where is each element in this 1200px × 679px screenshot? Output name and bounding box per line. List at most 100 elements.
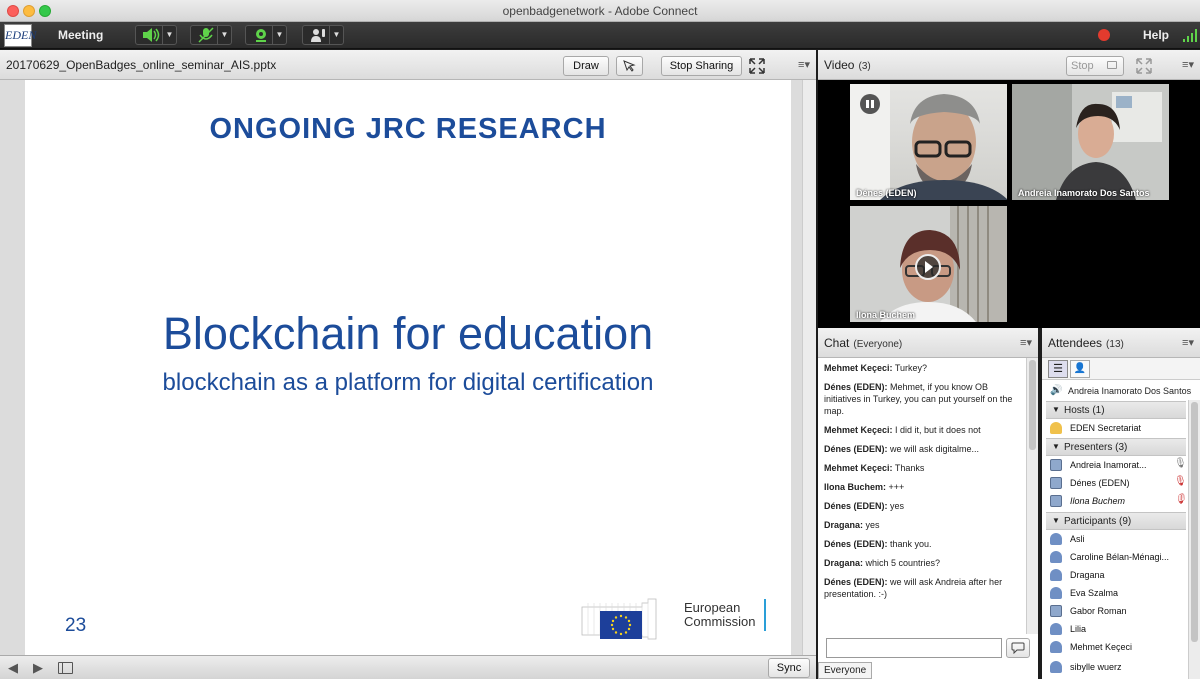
chat-message: Dénes (EDEN): we will ask Andreia after … xyxy=(824,576,1020,600)
presenter-icon xyxy=(1050,495,1062,507)
european-commission-logo: European Commission xyxy=(580,595,770,645)
attendees-pod-options-icon[interactable]: ≡▾ xyxy=(1182,336,1194,349)
speaker-control[interactable]: ▼ xyxy=(135,25,177,45)
attendee-row[interactable]: Mehmet Keçeci xyxy=(1046,638,1186,656)
meeting-menu[interactable]: Meeting xyxy=(58,28,103,42)
chat-text: yes xyxy=(863,520,880,530)
chat-message: Ilona Buchem: +++ xyxy=(824,481,1020,493)
chat-sender: Dragana: xyxy=(824,520,864,530)
attendee-name: Dénes (EDEN) xyxy=(1070,478,1130,488)
next-slide-icon[interactable]: ▶ xyxy=(33,660,43,676)
chat-input[interactable] xyxy=(826,638,1002,658)
microphone-control[interactable]: ▼ xyxy=(190,25,232,45)
attendee-name: sibylle wuerz xyxy=(1070,662,1122,672)
attendee-row[interactable]: Eva Szalma xyxy=(1046,584,1186,602)
help-menu[interactable]: Help xyxy=(1143,28,1169,42)
chat-message: Dénes (EDEN): we will ask digitalme... xyxy=(824,443,1020,455)
participant-video-icon xyxy=(1012,84,1162,200)
fullscreen-video-icon[interactable] xyxy=(1136,58,1152,74)
chat-sender: Mehmet Keçeci: xyxy=(824,463,893,473)
attendees-scrollbar[interactable] xyxy=(1188,400,1200,679)
attendee-row[interactable]: Asli xyxy=(1046,530,1186,548)
attendee-row[interactable]: sibylle wuerz xyxy=(1046,658,1186,676)
hosts-group-header[interactable]: ▼ Hosts (1) xyxy=(1046,401,1186,419)
sidebar-toggle-icon[interactable] xyxy=(58,662,73,674)
chat-pod-options-icon[interactable]: ≡▾ xyxy=(1020,336,1032,349)
breakout-view-icon[interactable]: 👤 xyxy=(1070,360,1090,378)
webcam-icon xyxy=(250,27,272,43)
attendee-row[interactable]: Lilia xyxy=(1046,620,1186,638)
chat-scope: (Everyone) xyxy=(853,339,903,350)
participant-icon xyxy=(1050,605,1062,617)
eden-logo: EDEN xyxy=(4,24,36,47)
video-pod-options-icon[interactable]: ≡▾ xyxy=(1182,58,1194,71)
attendee-row[interactable]: Dénes (EDEN) 🎙 xyxy=(1046,474,1187,492)
speaker-dropdown-icon[interactable]: ▼ xyxy=(162,26,176,44)
host-icon xyxy=(1050,422,1062,434)
attendees-pod: Attendees (13) ≡▾ ☰ 👤 🔊 Andreia Inamorato… xyxy=(1042,328,1200,679)
participant-icon xyxy=(1050,533,1062,545)
attendee-row[interactable]: Ilona Buchem 🎙 xyxy=(1046,492,1187,510)
attendee-row[interactable]: Andreia Inamorat... 🎙 xyxy=(1046,456,1187,474)
chat-scrollbar[interactable] xyxy=(1026,358,1038,634)
pointer-button[interactable] xyxy=(616,56,643,76)
chat-message: Mehmet Keçeci: I did it, but it does not xyxy=(824,424,1020,436)
attendees-scroll-thumb[interactable] xyxy=(1191,402,1198,642)
fullscreen-icon[interactable] xyxy=(749,58,765,74)
chat-message: Mehmet Keçeci: Thanks xyxy=(824,462,1020,474)
presenters-group-header[interactable]: ▼ Presenters (3) xyxy=(1046,438,1186,456)
webcam-control[interactable]: ▼ xyxy=(245,25,287,45)
sync-button[interactable]: Sync xyxy=(768,658,810,678)
chat-scroll-thumb[interactable] xyxy=(1029,360,1036,450)
video-tile-name: Andreia Inamorato Dos Santos xyxy=(1018,188,1150,198)
attendee-name: Dragana xyxy=(1070,570,1105,580)
chat-text: yes xyxy=(887,501,905,511)
chat-pod-header: Chat (Everyone) ≡▾ xyxy=(818,328,1038,358)
attendee-row[interactable]: Dragana xyxy=(1046,566,1186,584)
stop-sharing-button[interactable]: Stop Sharing xyxy=(661,56,742,76)
video-tile-ilona[interactable]: Ilona Buchem xyxy=(850,206,1007,322)
video-tile-andreia[interactable]: Andreia Inamorato Dos Santos xyxy=(1012,84,1169,200)
connection-signal-icon xyxy=(1183,28,1199,42)
send-chat-button[interactable] xyxy=(1006,638,1030,658)
video-tile-denes[interactable]: Dénes (EDEN) xyxy=(850,84,1007,200)
chat-text: thank you. xyxy=(887,539,932,549)
chat-sender: Ilona Buchem: xyxy=(824,482,887,492)
previous-slide-icon[interactable]: ◀ xyxy=(8,660,18,676)
chat-message: Dénes (EDEN): Mehmet, if you know OB ini… xyxy=(824,381,1020,417)
presenters-group-label: Presenters (3) xyxy=(1064,442,1128,453)
list-view-icon[interactable]: ☰ xyxy=(1048,360,1068,378)
chat-message: Dragana: yes xyxy=(824,519,1020,531)
participants-group-header[interactable]: ▼ Participants (9) xyxy=(1046,512,1186,530)
participant-video-icon xyxy=(850,84,1007,200)
participant-icon xyxy=(1050,661,1062,673)
chat-sender: Mehmet Keçeci: xyxy=(824,425,893,435)
chat-sender: Dénes (EDEN): xyxy=(824,444,888,454)
chat-text: we will ask digitalme... xyxy=(887,444,980,454)
window-title: openbadgenetwork - Adobe Connect xyxy=(502,4,698,18)
chat-sender: Dragana: xyxy=(824,558,864,568)
slide-scrollbar[interactable] xyxy=(802,80,816,655)
stop-video-button[interactable]: Stop xyxy=(1066,56,1124,76)
play-icon[interactable] xyxy=(915,254,941,280)
draw-button[interactable]: Draw xyxy=(563,56,609,76)
participant-icon xyxy=(1050,641,1062,653)
attendee-toolbar: ☰ 👤 xyxy=(1042,358,1200,380)
attendee-name: Andreia Inamorat... xyxy=(1070,460,1147,470)
attendee-row[interactable]: EDEN Secretariat xyxy=(1046,419,1186,437)
attendee-name: Lilia xyxy=(1070,624,1087,634)
mic-muted-icon: 🎙 xyxy=(1174,494,1187,505)
status-dropdown-icon[interactable]: ▼ xyxy=(329,26,343,44)
share-pod-footer: ◀ ▶ Sync xyxy=(0,655,816,679)
attendee-row[interactable]: Gabor Roman xyxy=(1046,602,1186,620)
chat-recipient-tab[interactable]: Everyone xyxy=(818,662,872,679)
status-control[interactable]: ▼ xyxy=(302,25,344,45)
attendee-row[interactable]: Caroline Bélan-Ménagi... xyxy=(1046,548,1186,566)
active-speaker-name: Andreia Inamorato Dos Santos xyxy=(1068,386,1192,396)
microphone-dropdown-icon[interactable]: ▼ xyxy=(217,26,231,44)
chat-text: which 5 countries? xyxy=(863,558,941,568)
webcam-dropdown-icon[interactable]: ▼ xyxy=(272,26,286,44)
pod-options-icon[interactable]: ≡▾ xyxy=(798,58,810,71)
participant-icon xyxy=(1050,569,1062,581)
chat-message: Dragana: which 5 countries? xyxy=(824,557,1020,569)
